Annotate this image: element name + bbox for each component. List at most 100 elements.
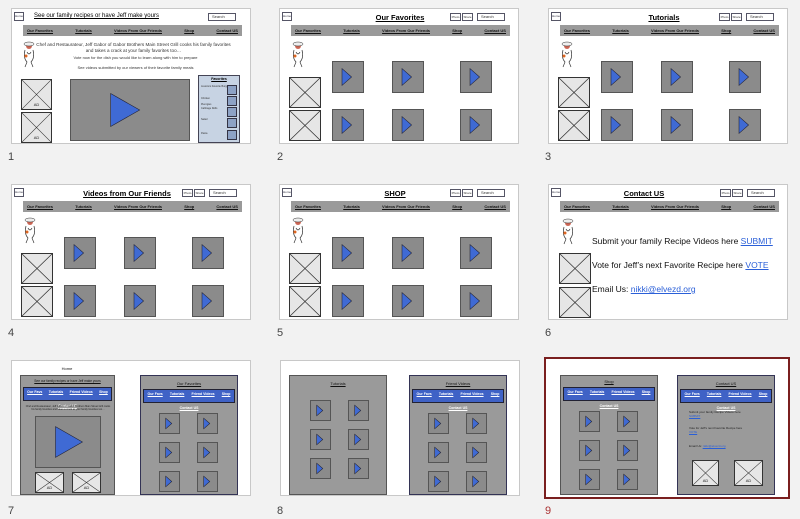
video-thumbnail[interactable]	[124, 285, 156, 317]
main-video[interactable]	[70, 79, 190, 141]
nav-our-favorites[interactable]: Our Favorites	[295, 204, 321, 209]
home-button[interactable]: Home	[282, 12, 292, 21]
video-thumbnail[interactable]	[310, 429, 331, 450]
search-input[interactable]: Search	[209, 189, 237, 197]
home-button[interactable]: Home	[282, 188, 292, 197]
placeholder-image[interactable]	[558, 77, 590, 108]
share-button[interactable]: Share	[731, 13, 742, 21]
ad-image-1[interactable]: AD	[692, 460, 719, 486]
nav-our-favorites[interactable]: Our Favorites	[27, 28, 53, 33]
nav-our-favs[interactable]: Our Favs	[417, 392, 432, 396]
video-thumbnail[interactable]	[392, 61, 424, 93]
video-thumbnail[interactable]	[392, 109, 424, 141]
video-thumbnail[interactable]	[661, 61, 693, 93]
video-thumbnail[interactable]	[579, 440, 600, 461]
video-thumbnail[interactable]	[617, 469, 638, 490]
vote-link[interactable]: VOTE	[689, 430, 697, 434]
nav-our-favorites[interactable]: Our Favorites	[295, 28, 321, 33]
fav-video-thumb[interactable]	[227, 107, 237, 117]
fav-item[interactable]: Chicken	[201, 97, 210, 100]
nav-tutorials[interactable]: Tutorials	[75, 28, 92, 33]
nav-contact[interactable]: Contact US	[216, 204, 238, 209]
nav-contact[interactable]: Contact US	[753, 28, 775, 33]
fav-video-thumb[interactable]	[227, 118, 237, 128]
video-thumbnail[interactable]	[197, 442, 218, 463]
slide-7-thumbnail[interactable]: Home See our family recipes or have Jeff…	[11, 360, 251, 496]
nav-videos-friends[interactable]: Videos From Our Friends	[651, 204, 699, 209]
photo-button[interactable]: Photo	[450, 189, 461, 197]
video-thumbnail[interactable]	[460, 61, 492, 93]
nav-our-favorites[interactable]: Our Favorites	[564, 28, 590, 33]
fav-item[interactable]: Pierogies	[201, 103, 211, 106]
video-thumbnail[interactable]	[332, 109, 364, 141]
slide-2-thumbnail[interactable]: Home Our Favorites Photo Share Search Ou…	[279, 8, 519, 144]
video-thumbnail[interactable]	[428, 442, 449, 463]
video-thumbnail[interactable]	[428, 471, 449, 492]
search-input[interactable]: Search	[477, 189, 505, 197]
nav-our-favs[interactable]: Our Favs	[685, 392, 700, 396]
nav-shop[interactable]: Shop	[452, 204, 462, 209]
nav-shop[interactable]: Shop	[491, 392, 500, 396]
nav-videos-friends[interactable]: Videos From Our Friends	[382, 28, 430, 33]
fav-video-thumb[interactable]	[227, 130, 237, 140]
video-thumbnail[interactable]	[661, 109, 693, 141]
placeholder-image[interactable]	[289, 253, 321, 284]
submit-link[interactable]: SUBMIT	[689, 414, 700, 418]
nav-contact[interactable]: Contact US	[216, 28, 238, 33]
placeholder-image[interactable]	[558, 110, 590, 141]
home-button[interactable]: Home	[14, 188, 24, 197]
slide-9-thumbnail[interactable]: Shop Our Favs Tutorials Friend Videos Shop …	[544, 357, 790, 499]
video-thumbnail[interactable]	[310, 400, 331, 421]
nav-shop[interactable]: Shop	[759, 392, 768, 396]
video-thumbnail[interactable]	[332, 237, 364, 269]
video-thumbnail[interactable]	[392, 237, 424, 269]
video-thumbnail[interactable]	[601, 61, 633, 93]
email-link[interactable]: nikki@elvezd.org	[703, 444, 726, 448]
ad-image-2[interactable]: AD	[21, 112, 52, 143]
nav-shop[interactable]: Shop	[184, 28, 194, 33]
fav-item[interactable]: Salad	[201, 118, 207, 121]
video-thumbnail[interactable]	[348, 458, 369, 479]
video-thumbnail[interactable]	[579, 411, 600, 432]
fav-item[interactable]: Cabbage Rolls	[201, 107, 217, 110]
nav-shop[interactable]: Shop	[642, 390, 651, 394]
video-thumbnail[interactable]	[124, 237, 156, 269]
nav-shop[interactable]: Shop	[721, 28, 731, 33]
fav-item[interactable]: Pasta	[201, 132, 207, 135]
video-thumbnail[interactable]	[729, 61, 761, 93]
video-thumbnail[interactable]	[617, 411, 638, 432]
share-button[interactable]: Share	[732, 189, 743, 197]
vote-link[interactable]: VOTE	[745, 260, 768, 270]
ad-image-2[interactable]: AD	[72, 472, 101, 493]
nav-videos-friends[interactable]: Videos From Our Friends	[651, 28, 699, 33]
video-thumbnail[interactable]	[159, 471, 180, 492]
home-button[interactable]: Home	[14, 12, 24, 21]
video-thumbnail[interactable]	[197, 471, 218, 492]
video-thumbnail[interactable]	[466, 471, 487, 492]
video-thumbnail[interactable]	[64, 285, 96, 317]
nav-tutorials[interactable]: Tutorials	[612, 28, 629, 33]
home-button[interactable]: Home	[551, 188, 561, 197]
slide-8-thumbnail[interactable]: Tutorials Friend Videos Our Favs Tutorial…	[280, 360, 520, 496]
photo-button[interactable]: Photo	[720, 189, 731, 197]
video-thumbnail[interactable]	[348, 400, 369, 421]
share-button[interactable]: Share	[194, 189, 205, 197]
video-thumbnail[interactable]	[579, 469, 600, 490]
share-button[interactable]: Share	[462, 13, 473, 21]
nav-videos-friends[interactable]: Videos From Our Friends	[382, 204, 430, 209]
video-thumbnail[interactable]	[332, 61, 364, 93]
video-thumbnail[interactable]	[348, 429, 369, 450]
video-thumbnail[interactable]	[460, 237, 492, 269]
video-thumbnail[interactable]	[192, 285, 224, 317]
nav-shop[interactable]: Shop	[99, 390, 108, 394]
ad-image-1[interactable]: AD	[35, 472, 64, 493]
fav-video-thumb[interactable]	[227, 96, 237, 106]
placeholder-image[interactable]	[289, 286, 321, 317]
video-thumbnail[interactable]	[601, 109, 633, 141]
submit-link[interactable]: SUBMIT	[741, 236, 773, 246]
photo-button[interactable]: Photo	[719, 13, 730, 21]
video-thumbnail[interactable]	[392, 285, 424, 317]
fav-item[interactable]: Jessica's Favorite Burger	[201, 85, 229, 88]
nav-videos-friends[interactable]: Videos From Our Friends	[114, 28, 162, 33]
placeholder-image[interactable]	[21, 253, 53, 284]
